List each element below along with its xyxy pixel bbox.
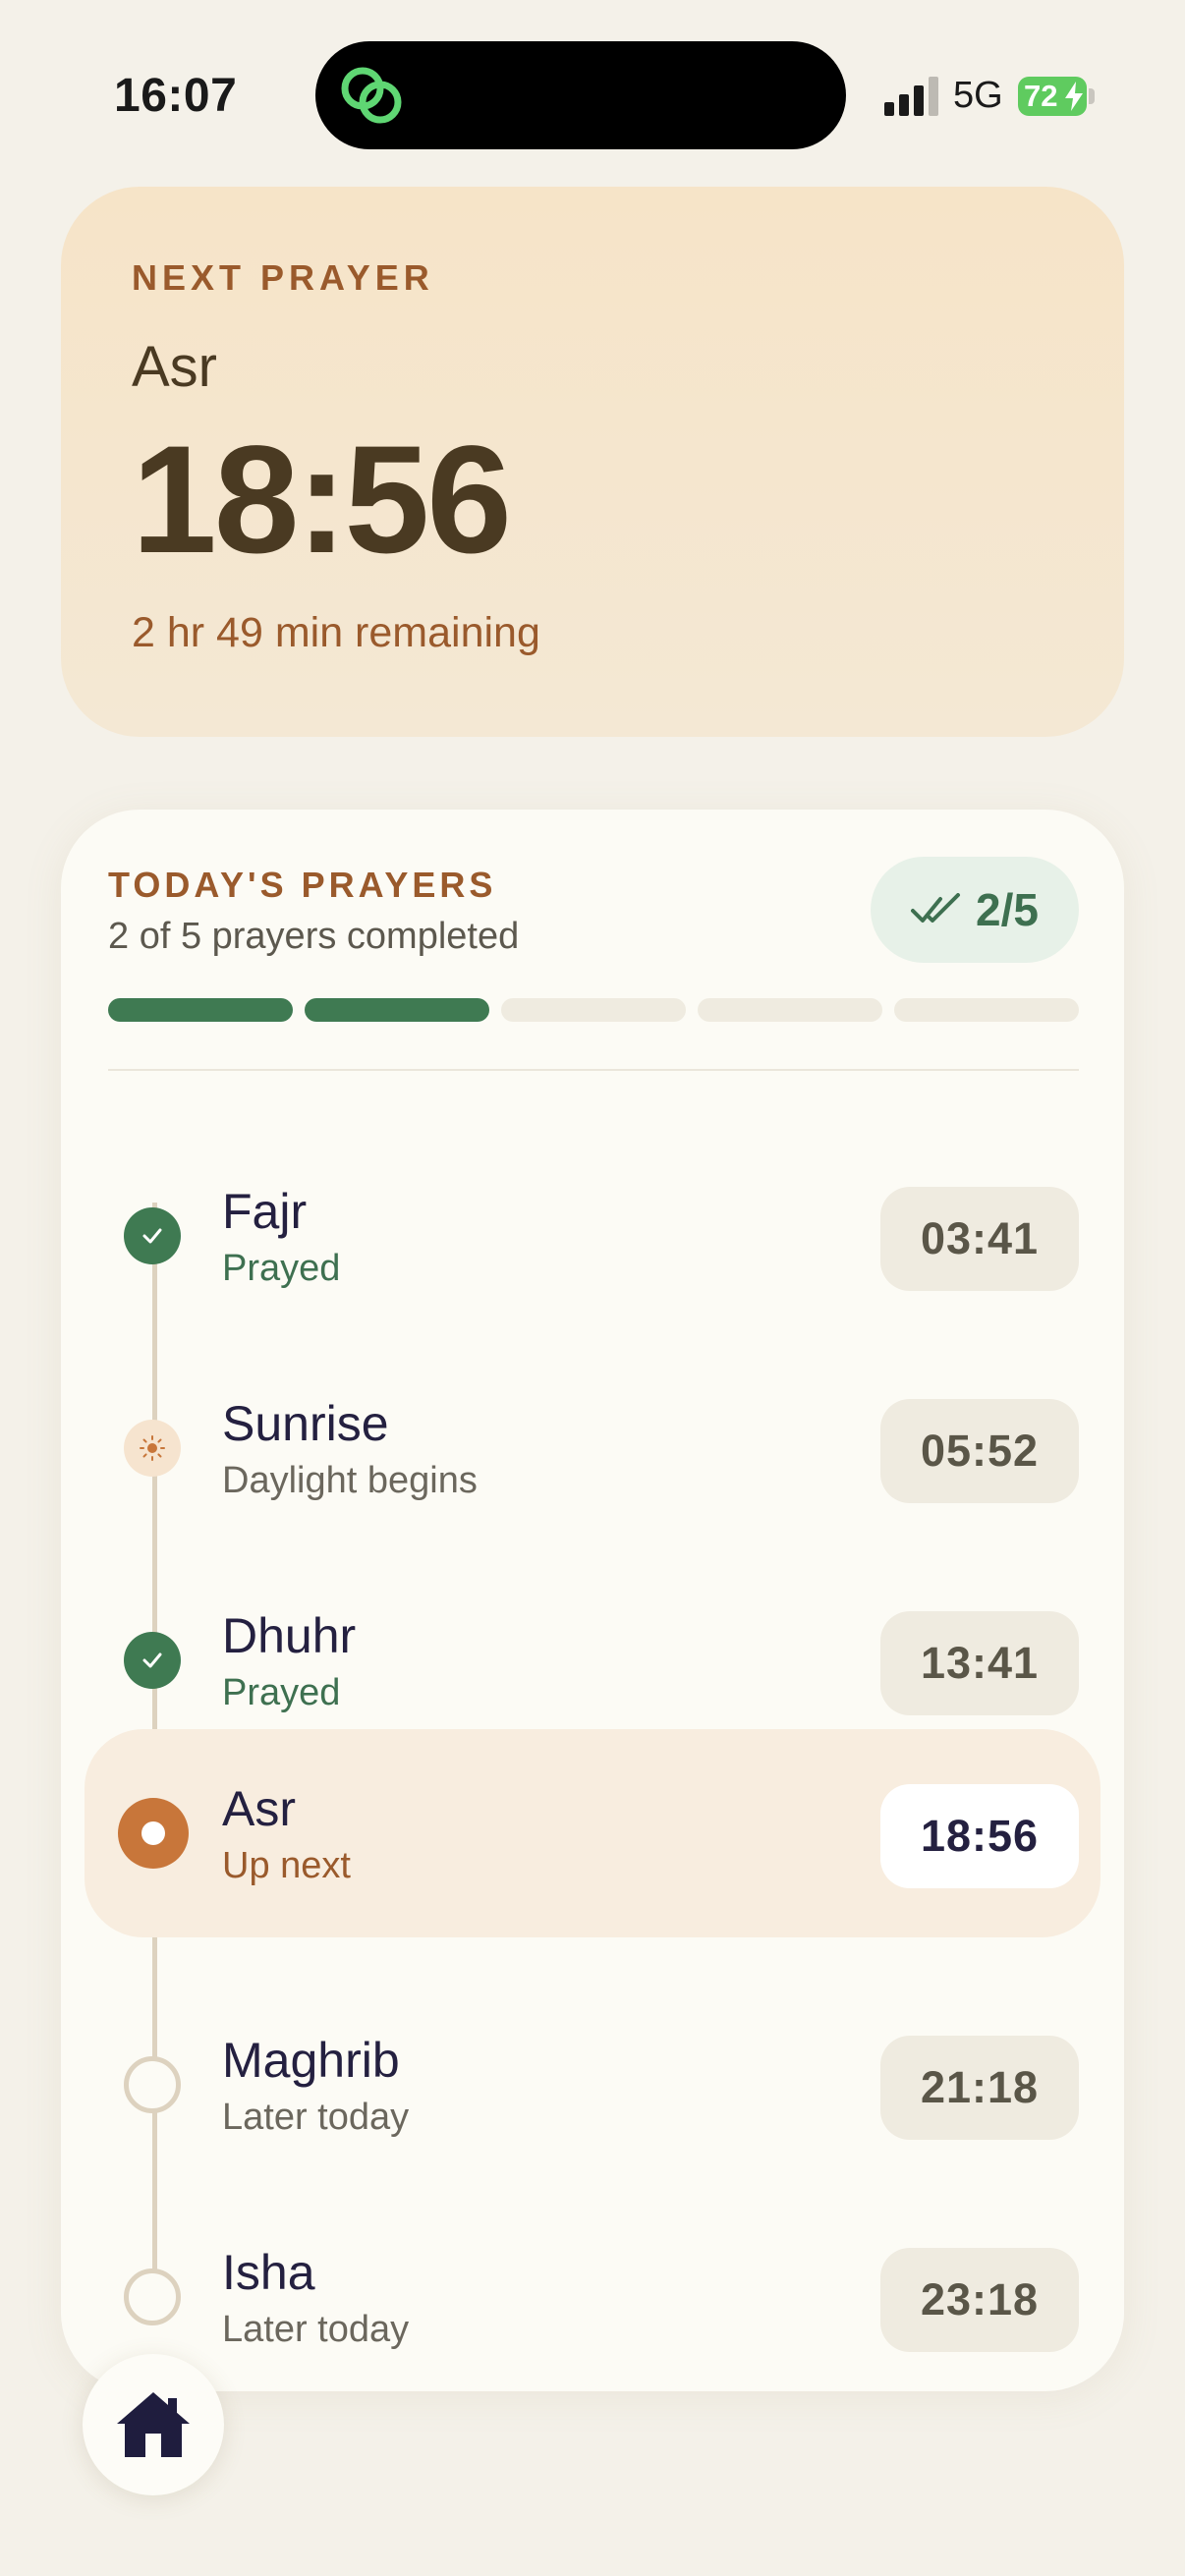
progress-segment: [698, 998, 882, 1022]
battery-level: 72: [1024, 79, 1058, 113]
prayer-status: Up next: [222, 1845, 351, 1886]
prayer-row-isha[interactable]: Isha Later today 23:18: [85, 2193, 1100, 2401]
prayer-status: Later today: [222, 2097, 410, 2138]
prayer-time: 21:18: [880, 2036, 1079, 2140]
divider: [108, 1069, 1079, 1071]
prayers-summary: 2 of 5 prayers completed: [108, 916, 520, 957]
prayer-row-fajr[interactable]: Fajr Prayed 03:41: [85, 1132, 1100, 1340]
next-prayer-time: 18:56: [132, 415, 512, 586]
prayer-status: Prayed: [222, 1672, 341, 1713]
prayer-status: Prayed: [222, 1248, 341, 1289]
prayer-row-asr[interactable]: Asr Up next 18:56: [85, 1729, 1100, 1937]
prayer-time: 03:41: [880, 1187, 1079, 1291]
prayer-time: 05:52: [880, 1399, 1079, 1503]
sun-icon: [124, 1420, 181, 1477]
status-time: 16:07: [114, 70, 238, 122]
network-type: 5G: [953, 75, 1003, 116]
double-check-icon: [911, 893, 961, 923]
home-icon: [117, 2392, 190, 2457]
upcoming-indicator: [124, 2268, 181, 2325]
todays-prayers-label: TODAY'S PRAYERS: [108, 865, 497, 905]
prayer-name: Sunrise: [222, 1396, 389, 1451]
dynamic-island: [315, 41, 846, 149]
app-screen: 16:07 5G 72 NEXT PRAYER Asr 18:56 2 hr 4…: [0, 0, 1185, 2576]
prayer-row-maghrib[interactable]: Maghrib Later today 21:18: [85, 1981, 1100, 2189]
signal-icon: [884, 77, 938, 116]
progress-segment: [305, 998, 489, 1022]
charging-bolt-icon: [1065, 82, 1083, 111]
progress-segment: [894, 998, 1079, 1022]
next-prayer-card: NEXT PRAYER Asr 18:56 2 hr 49 min remain…: [61, 187, 1124, 737]
link-rings-icon: [341, 67, 402, 124]
prayer-status: Later today: [222, 2309, 410, 2350]
completed-count-badge: 2/5: [871, 857, 1079, 963]
completed-count: 2/5: [976, 884, 1039, 935]
prayer-row-sunrise[interactable]: Sunrise Daylight begins 05:52: [85, 1344, 1100, 1552]
prayer-time: 18:56: [880, 1784, 1079, 1888]
prayer-time: 23:18: [880, 2248, 1079, 2352]
current-prayer-indicator: [118, 1798, 189, 1869]
time-remaining: 2 hr 49 min remaining: [132, 609, 540, 656]
prayer-name: Maghrib: [222, 2033, 400, 2088]
home-button[interactable]: [83, 2354, 224, 2495]
check-icon: [124, 1207, 181, 1264]
upcoming-indicator: [124, 2056, 181, 2113]
check-icon: [124, 1632, 181, 1689]
next-prayer-name: Asr: [132, 335, 217, 399]
prayer-time: 13:41: [880, 1611, 1079, 1715]
progress-segment: [501, 998, 686, 1022]
prayer-name: Isha: [222, 2245, 315, 2300]
todays-prayers-card: TODAY'S PRAYERS 2 of 5 prayers completed…: [61, 810, 1124, 2391]
prayer-name: Fajr: [222, 1184, 308, 1239]
prayer-progress-bar: [108, 998, 1079, 1022]
prayer-status: Daylight begins: [222, 1460, 478, 1501]
battery-icon: 72: [1018, 77, 1097, 116]
prayer-name: Dhuhr: [222, 1608, 357, 1663]
prayer-name: Asr: [222, 1781, 296, 1836]
progress-segment: [108, 998, 293, 1022]
next-prayer-label: NEXT PRAYER: [132, 257, 434, 298]
